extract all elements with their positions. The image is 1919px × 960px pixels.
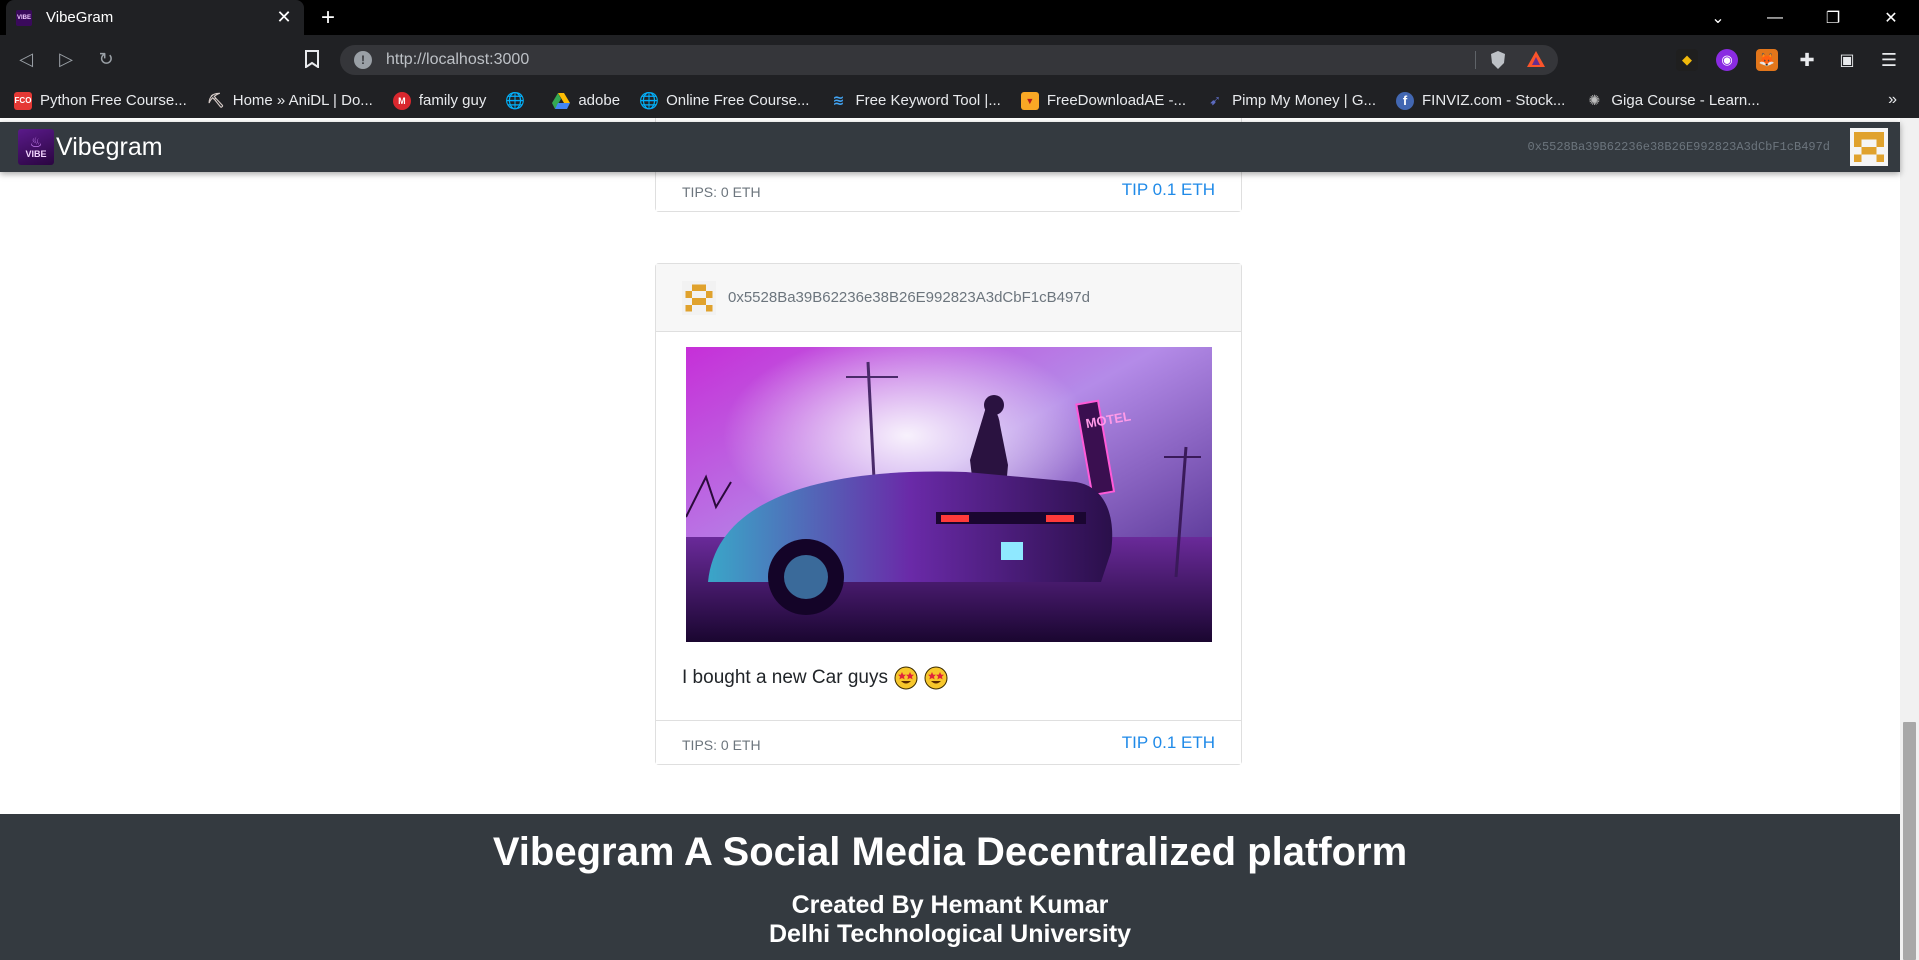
footer-university: Delhi Technological University — [768, 920, 1132, 948]
bookmark-label: Python Free Course... — [40, 92, 187, 109]
bookmark-item[interactable]: FCO Python Free Course... — [14, 91, 187, 110]
brand-logo-text: VIBE — [25, 149, 47, 159]
bookmark-label: Giga Course - Learn... — [1611, 92, 1760, 109]
new-tab-button[interactable]: + — [314, 4, 342, 32]
bookmark-label: adobe — [578, 92, 621, 109]
bookmark-item[interactable]: 🌐 Online Free Course... — [639, 92, 810, 110]
post-card: 0x5528Ba39B62236e38B26E992823A3dCbF1cB49… — [655, 263, 1242, 765]
bookmark-item[interactable]: f FINVIZ.com - Stock... — [1396, 91, 1566, 110]
browser-tab-strip: VIBE VibeGram ✕ + ⌄ — ❐ ✕ — [0, 0, 1919, 35]
brave-rewards-icon[interactable] — [1526, 50, 1546, 70]
post-card-body: MOTEL I bought a new Car guys — [656, 332, 1241, 720]
bookmark-label: FreeDownloadAE -... — [1046, 92, 1187, 109]
bookmark-item[interactable]: ⛏ Home » AniDL | Do... — [207, 92, 373, 110]
bookmark-item[interactable]: ≋ Free Keyword Tool |... — [829, 92, 1001, 110]
star-struck-emoji-icon — [894, 666, 918, 690]
post-card-footer: TIPS: 0 ETH TIP 0.1 ETH — [656, 167, 1241, 211]
bookmark-label: family guy — [418, 92, 487, 109]
browser-tab[interactable]: VIBE VibeGram ✕ — [6, 0, 304, 35]
page-footer: Vibegram A Social Media Decentralized pl… — [0, 814, 1900, 960]
post-card-footer: TIPS: 0 ETH TIP 0.1 ETH — [656, 720, 1241, 764]
metamask-icon[interactable]: 🦊 — [1756, 49, 1778, 71]
url-text[interactable]: http://localhost:3000 — [386, 51, 1475, 69]
site-info-icon[interactable]: ! — [354, 51, 372, 69]
fco-icon: FCO — [14, 91, 32, 110]
binance-wallet-icon[interactable]: ◆ — [1676, 49, 1698, 71]
scrollbar-thumb[interactable] — [1903, 722, 1916, 960]
extension-purple-icon[interactable]: ◉ — [1716, 49, 1738, 71]
tips-amount: TIPS: 0 ETH — [682, 736, 761, 753]
bookmark-label: FINVIZ.com - Stock... — [1422, 92, 1566, 109]
address-bar[interactable]: ! http://localhost:3000 — [340, 45, 1558, 75]
account-address: 0x5528Ba39B62236e38B26E992823A3dCbF1cB49… — [1527, 140, 1830, 154]
scrollbar-track[interactable] — [1900, 118, 1919, 960]
post-caption: I bought a new Car guys — [656, 642, 1241, 720]
app-navbar: ♨ VIBE Vibegram 0x5528Ba39B62236e38B26E9… — [0, 122, 1900, 172]
post-image: MOTEL — [684, 347, 1212, 642]
bookmark-item[interactable]: adobe — [552, 92, 620, 110]
post-card-header: 0x5528Ba39B62236e38B26E992823A3dCbF1cB49… — [656, 264, 1241, 332]
tab-title: VibeGram — [46, 9, 114, 26]
tab-search-icon[interactable]: ⌄ — [1695, 0, 1741, 35]
caption-text: I bought a new Car guys — [682, 667, 888, 688]
finviz-icon: f — [1396, 91, 1414, 110]
account-avatar — [1850, 128, 1888, 166]
wallet-icon[interactable]: ▣ — [1836, 49, 1858, 71]
footer-author: Created By Hemant Kumar — [791, 891, 1109, 919]
tips-amount: TIPS: 0 ETH — [682, 183, 761, 200]
bookmark-label: Home » AniDL | Do... — [232, 92, 373, 109]
extensions-puzzle-icon[interactable]: ✚ — [1796, 49, 1818, 71]
globe-icon: 🌐 — [505, 92, 526, 110]
bookmark-label: Free Keyword Tool |... — [855, 92, 1001, 109]
keyword-tool-icon: ≋ — [832, 92, 845, 108]
bookmark-icon[interactable] — [298, 45, 326, 73]
globe-icon: 🌐 — [639, 92, 660, 110]
forward-icon[interactable]: ▷ — [52, 45, 80, 73]
bookmark-label: Pimp My Money | G... — [1232, 92, 1376, 109]
close-tab-icon[interactable]: ✕ — [272, 6, 296, 30]
restore-icon[interactable]: ❐ — [1810, 0, 1856, 35]
omnibox-divider — [1475, 51, 1476, 69]
author-address: 0x5528Ba39B62236e38B26E992823A3dCbF1cB49… — [728, 289, 1090, 306]
bookmark-item[interactable]: ▼ FreeDownloadAE -... — [1020, 91, 1187, 110]
google-drive-icon — [552, 92, 571, 110]
bookmarks-bar: FCO Python Free Course... ⛏ Home » AniDL… — [0, 83, 1919, 118]
bookmark-item[interactable]: ✺ Giga Course - Learn... — [1585, 92, 1759, 110]
reload-icon[interactable]: ↻ — [92, 45, 120, 73]
bookmark-label: Online Free Course... — [666, 92, 810, 109]
brave-shields-icon[interactable] — [1488, 50, 1508, 70]
page-viewport: ♨ VIBE Vibegram 0x5528Ba39B62236e38B26E9… — [0, 118, 1919, 960]
more-bookmarks-icon[interactable]: » — [1888, 91, 1897, 109]
brand-name[interactable]: Vibegram — [56, 133, 163, 162]
vibegram-logo-icon[interactable]: ♨ VIBE — [18, 129, 54, 165]
browser-toolbar: ◁ ▷ ↻ ! http://localhost:3000 ◆ ◉ 🦊 ✚ ▣ … — [0, 35, 1919, 83]
anidl-icon: ⛏ — [206, 92, 225, 108]
author-avatar — [682, 280, 716, 315]
freedownload-icon: ▼ — [1020, 91, 1039, 110]
giga-icon: ✺ — [1588, 92, 1601, 108]
back-icon[interactable]: ◁ — [12, 45, 40, 73]
bookmark-item[interactable]: 🌐 — [505, 92, 532, 110]
flame-icon: ♨ — [29, 134, 43, 150]
vibegram-favicon-icon: VIBE — [16, 9, 32, 26]
tip-button[interactable]: TIP 0.1 ETH — [1122, 180, 1215, 200]
star-struck-emoji-icon — [924, 666, 948, 690]
tip-button[interactable]: TIP 0.1 ETH — [1122, 733, 1215, 753]
footer-title: Vibegram A Social Media Decentralized pl… — [492, 830, 1408, 874]
bookmark-item[interactable]: M family guy — [392, 91, 487, 110]
bookmark-item[interactable]: ➹ Pimp My Money | G... — [1206, 92, 1376, 110]
pmm-icon: ➹ — [1209, 92, 1221, 108]
mega-icon: M — [392, 91, 411, 110]
minimize-icon[interactable]: — — [1752, 0, 1798, 35]
menu-icon[interactable]: ☰ — [1878, 49, 1900, 71]
close-window-icon[interactable]: ✕ — [1868, 0, 1914, 35]
